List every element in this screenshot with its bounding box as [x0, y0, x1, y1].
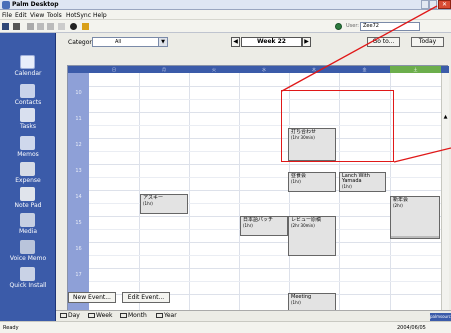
callout-line [281, 5, 438, 92]
callout-line [393, 147, 451, 163]
callout-lines [281, 5, 451, 163]
